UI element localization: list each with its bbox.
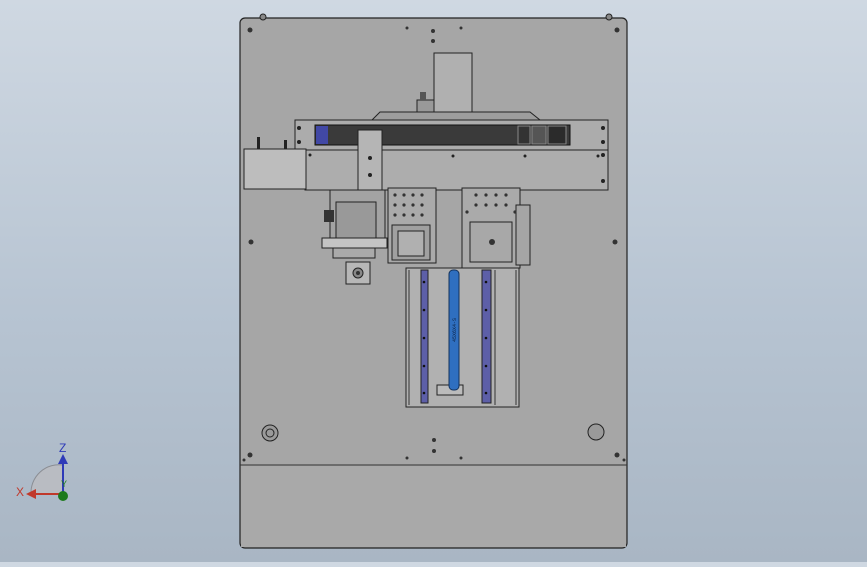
y-axis-label: Y <box>61 479 68 489</box>
top-tab-right <box>605 13 613 21</box>
top-tab-left <box>259 13 267 21</box>
plate-lower-panel <box>241 466 626 547</box>
cad-viewport[interactable]: 45X6X4-S <box>0 0 867 562</box>
crossbar-mount <box>370 111 542 121</box>
vertical-slider <box>357 129 383 193</box>
hole-left <box>261 424 279 442</box>
model-drawing: 45X6X4-S <box>239 13 628 549</box>
x-axis-label: X <box>16 485 25 499</box>
shaft-text: 45X6X4-S <box>452 318 458 342</box>
lower-beam <box>304 149 609 191</box>
hole-right <box>587 423 605 441</box>
z-axis-label: Z <box>59 441 67 455</box>
left-extension <box>243 148 307 190</box>
axis-triad[interactable]: X Z Y <box>10 438 80 508</box>
motor-block <box>433 52 473 114</box>
